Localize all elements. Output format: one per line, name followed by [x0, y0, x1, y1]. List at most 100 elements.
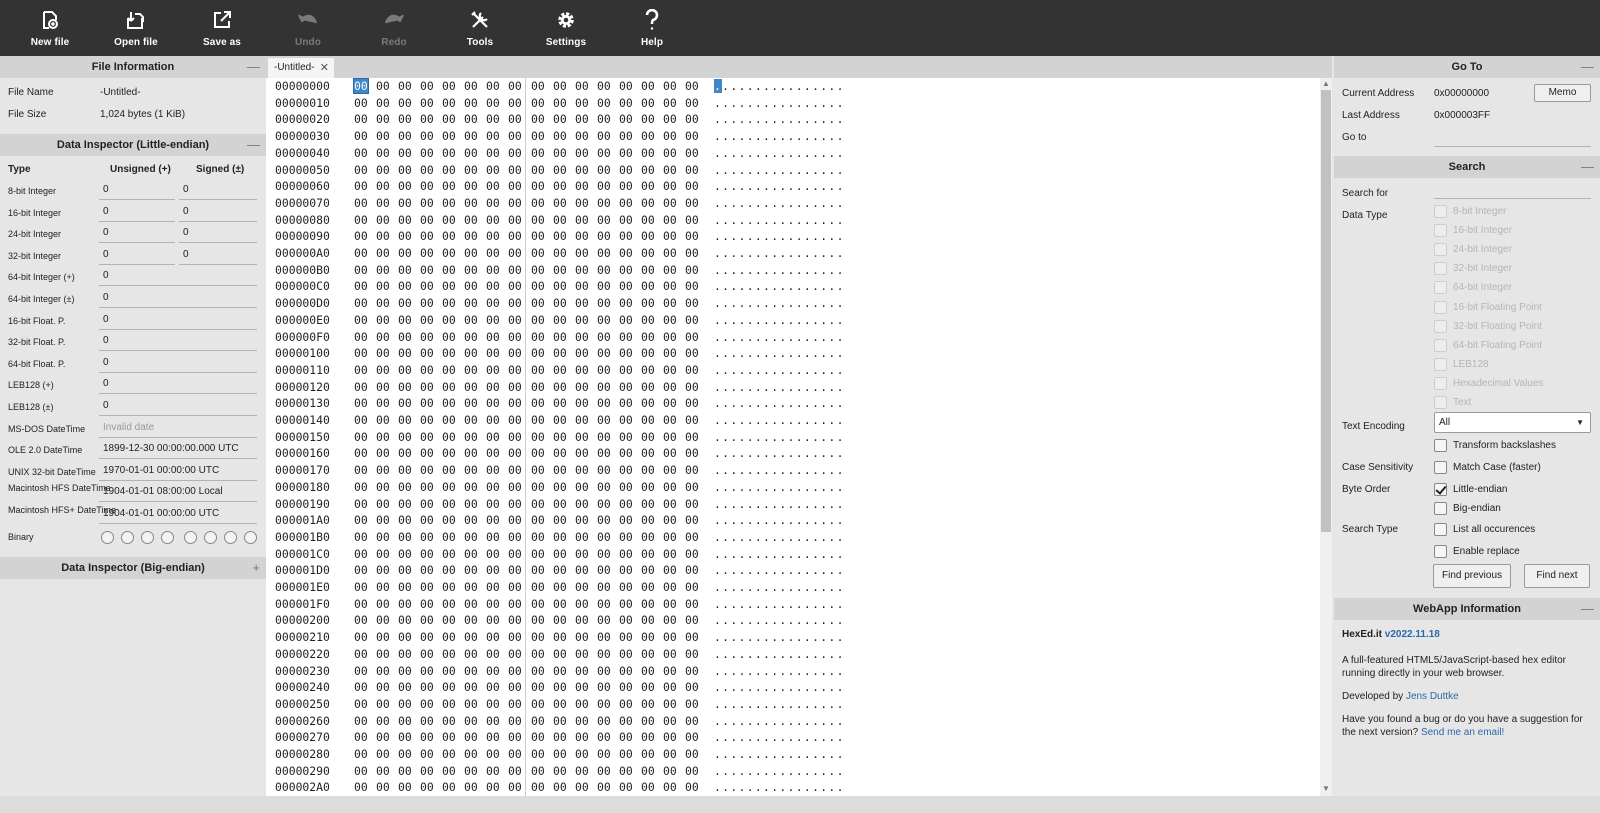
hex-byte[interactable]: 00 — [442, 346, 456, 360]
hex-byte[interactable]: 00 — [575, 246, 589, 260]
hex-byte[interactable]: 00 — [575, 780, 589, 794]
hex-byte[interactable]: 00 — [663, 730, 677, 744]
hex-byte[interactable]: 00 — [663, 463, 677, 477]
hex-byte[interactable]: 00 — [553, 396, 567, 410]
hex-byte[interactable]: 00 — [663, 480, 677, 494]
ascii-char[interactable]: . — [714, 697, 722, 711]
hex-byte[interactable]: 00 — [619, 313, 633, 327]
hex-byte[interactable]: 00 — [597, 129, 611, 143]
ascii-column[interactable]: ................ — [714, 630, 845, 644]
ascii-char[interactable]: . — [730, 664, 738, 678]
hex-byte[interactable]: 00 — [486, 296, 500, 310]
ascii-char[interactable]: . — [796, 580, 804, 594]
ascii-char[interactable]: . — [730, 313, 738, 327]
ascii-char[interactable]: . — [747, 163, 755, 177]
ascii-char[interactable]: . — [714, 446, 722, 460]
hex-byte[interactable]: 00 — [376, 530, 390, 544]
ascii-char[interactable]: . — [812, 430, 820, 444]
hex-byte[interactable]: 00 — [575, 446, 589, 460]
hex-byte[interactable]: 00 — [575, 129, 589, 143]
ascii-char[interactable]: . — [714, 96, 722, 110]
ascii-char[interactable]: . — [739, 446, 747, 460]
ascii-column[interactable]: ................ — [714, 213, 845, 227]
ascii-char[interactable]: . — [788, 647, 796, 661]
hex-byte[interactable]: 00 — [597, 313, 611, 327]
hex-byte[interactable]: 00 — [597, 179, 611, 193]
hex-byte[interactable]: 00 — [508, 647, 522, 661]
data-type-checkbox[interactable] — [1434, 338, 1447, 352]
hex-byte[interactable]: 00 — [531, 697, 545, 711]
ascii-char[interactable]: . — [804, 179, 812, 193]
hex-byte[interactable]: 00 — [553, 179, 567, 193]
ascii-column[interactable]: ................ — [714, 597, 845, 611]
hex-byte[interactable]: 00 — [376, 146, 390, 160]
hex-byte[interactable]: 00 — [442, 380, 456, 394]
ascii-char[interactable]: . — [730, 430, 738, 444]
hex-byte[interactable]: 00 — [553, 263, 567, 277]
ascii-char[interactable]: . — [804, 647, 812, 661]
hex-byte[interactable]: 00 — [376, 263, 390, 277]
ascii-char[interactable]: . — [796, 79, 804, 93]
ascii-char[interactable]: . — [714, 780, 722, 794]
hex-byte[interactable]: 00 — [663, 413, 677, 427]
ascii-char[interactable]: . — [804, 664, 812, 678]
hex-byte[interactable]: 00 — [641, 597, 655, 611]
ascii-char[interactable]: . — [788, 330, 796, 344]
ascii-char[interactable]: . — [812, 446, 820, 460]
hex-byte[interactable]: 00 — [663, 664, 677, 678]
ascii-column[interactable]: ................ — [714, 363, 845, 377]
hex-byte[interactable]: 00 — [486, 547, 500, 561]
ascii-char[interactable]: . — [730, 563, 738, 577]
ascii-char[interactable]: . — [837, 630, 845, 644]
hex-byte[interactable]: 00 — [354, 246, 368, 260]
hex-byte[interactable]: 00 — [420, 764, 434, 778]
hex-byte[interactable]: 00 — [641, 747, 655, 761]
ascii-char[interactable]: . — [779, 580, 787, 594]
ascii-char[interactable]: . — [714, 163, 722, 177]
vertical-scrollbar[interactable]: ▲ ▼ — [1320, 78, 1332, 796]
hex-byte[interactable]: 00 — [531, 513, 545, 527]
hex-byte[interactable]: 00 — [420, 580, 434, 594]
hex-byte[interactable]: 00 — [398, 330, 412, 344]
hex-byte[interactable]: 00 — [420, 680, 434, 694]
hex-byte[interactable]: 00 — [531, 597, 545, 611]
ascii-char[interactable]: . — [796, 413, 804, 427]
ascii-char[interactable]: . — [828, 680, 836, 694]
hex-byte[interactable]: 00 — [597, 664, 611, 678]
ascii-char[interactable]: . — [747, 346, 755, 360]
find-previous-button[interactable]: Find previous — [1433, 564, 1511, 588]
ascii-char[interactable]: . — [837, 363, 845, 377]
ascii-char[interactable]: . — [763, 664, 771, 678]
hex-byte[interactable]: 00 — [442, 563, 456, 577]
hex-byte[interactable]: 00 — [486, 246, 500, 260]
hex-byte[interactable]: 00 — [685, 363, 699, 377]
hex-byte[interactable]: 00 — [398, 413, 412, 427]
tab-untitled[interactable]: -Untitled- ✕ — [268, 58, 334, 78]
hex-byte[interactable]: 00 — [420, 547, 434, 561]
hex-byte[interactable]: 00 — [354, 96, 368, 110]
ascii-char[interactable]: . — [837, 613, 845, 627]
hex-byte[interactable]: 00 — [531, 747, 545, 761]
ascii-char[interactable]: . — [804, 680, 812, 694]
hex-byte[interactable]: 00 — [597, 330, 611, 344]
ascii-char[interactable]: . — [747, 630, 755, 644]
ascii-char[interactable]: . — [755, 396, 763, 410]
hex-byte[interactable]: 00 — [641, 396, 655, 410]
hex-byte[interactable]: 00 — [641, 764, 655, 778]
hex-byte[interactable]: 00 — [376, 246, 390, 260]
ascii-char[interactable]: . — [739, 129, 747, 143]
ascii-char[interactable]: . — [747, 697, 755, 711]
ascii-char[interactable]: . — [837, 597, 845, 611]
hex-byte[interactable]: 00 — [376, 346, 390, 360]
hex-byte[interactable]: 00 — [575, 530, 589, 544]
ascii-char[interactable]: . — [763, 246, 771, 260]
ascii-char[interactable]: . — [779, 246, 787, 260]
ascii-char[interactable]: . — [828, 196, 836, 210]
hex-byte[interactable]: 00 — [376, 764, 390, 778]
ascii-char[interactable]: . — [755, 163, 763, 177]
hex-byte[interactable]: 00 — [508, 780, 522, 794]
hex-byte[interactable]: 00 — [376, 96, 390, 110]
ascii-char[interactable]: . — [730, 112, 738, 126]
hex-byte[interactable]: 00 — [685, 630, 699, 644]
ascii-char[interactable]: . — [763, 463, 771, 477]
